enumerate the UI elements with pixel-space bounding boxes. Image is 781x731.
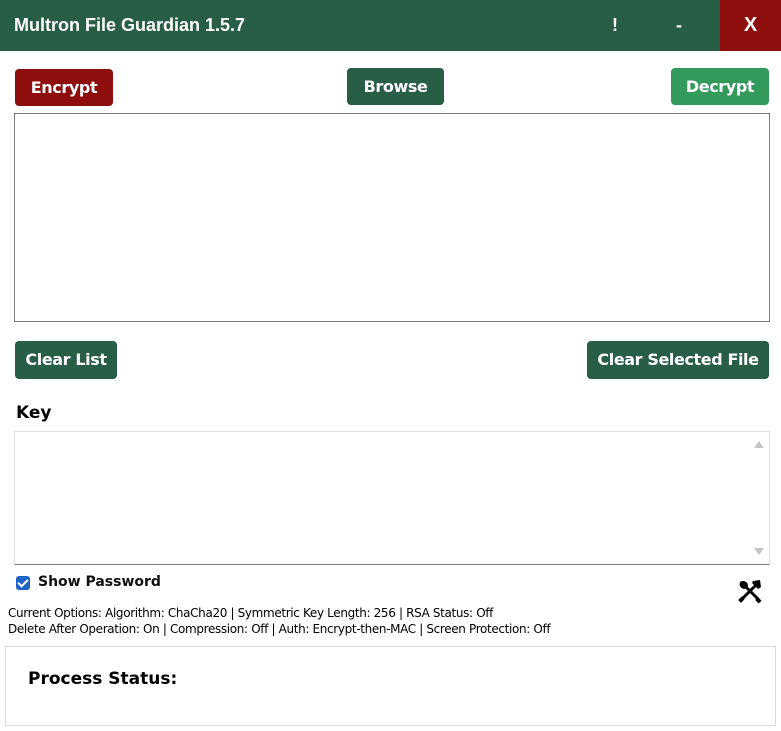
encrypt-button[interactable]: Encrypt — [15, 69, 113, 106]
clear-selected-file-button[interactable]: Clear Selected File — [587, 341, 769, 379]
key-input[interactable] — [14, 431, 770, 565]
window-title: Multron File Guardian 1.5.7 — [14, 15, 246, 35]
decrypt-button[interactable]: Decrypt — [671, 68, 769, 105]
options-line-1: Current Options: Algorithm: ChaCha20 | S… — [8, 606, 494, 620]
clear-list-button[interactable]: Clear List — [15, 341, 117, 379]
close-button[interactable]: X — [720, 0, 781, 51]
show-password-label[interactable]: Show Password — [38, 574, 161, 590]
process-status-panel: Process Status: — [5, 646, 776, 726]
tools-icon[interactable] — [736, 577, 764, 605]
scroll-up-icon[interactable] — [754, 441, 764, 448]
key-label: Key — [16, 403, 52, 423]
current-options: Current Options: Algorithm: ChaCha20 | S… — [8, 605, 551, 637]
options-line-2: Delete After Operation: On | Compression… — [8, 622, 551, 636]
scroll-down-icon[interactable] — [754, 548, 764, 555]
file-list[interactable] — [14, 113, 770, 322]
title-bar: Multron File Guardian 1.5.7 ! - X — [0, 0, 781, 51]
show-password-checkbox[interactable] — [16, 576, 30, 590]
info-button[interactable]: ! — [595, 0, 635, 51]
minimize-button[interactable]: - — [658, 0, 700, 51]
browse-button[interactable]: Browse — [347, 68, 444, 105]
process-status-label: Process Status: — [28, 669, 178, 689]
